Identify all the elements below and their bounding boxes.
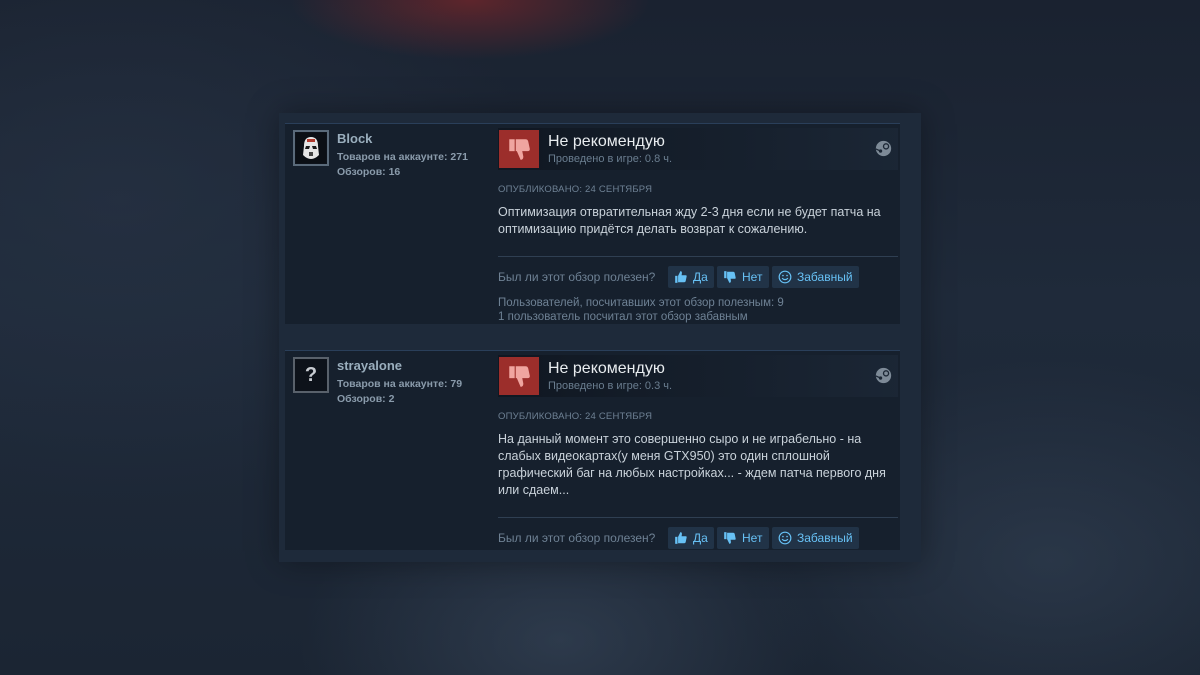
thumbs-down-badge <box>499 357 539 395</box>
avatar[interactable]: ? <box>293 357 329 393</box>
author-products-count[interactable]: Товаров на аккаунте: 271 <box>337 151 468 163</box>
thumbs-up-icon <box>675 532 687 544</box>
author-products-count[interactable]: Товаров на аккаунте: 79 <box>337 378 462 390</box>
yes-label: Да <box>693 531 708 545</box>
helpful-no-button[interactable]: Нет <box>717 266 769 288</box>
review-content: Не рекомендую Проведено в игре: 0.8 ч. О… <box>498 128 898 323</box>
funny-label: Забавный <box>797 270 853 284</box>
funny-summary: 1 пользователь посчитал этот обзор забав… <box>498 311 748 323</box>
helpful-row: Был ли этот обзор полезен? Да Нет Забавн… <box>498 527 898 549</box>
reviews-panel: Block Товаров на аккаунте: 271 Обзоров: … <box>279 113 921 562</box>
thumbs-down-icon <box>509 139 530 160</box>
no-label: Нет <box>742 531 763 545</box>
author-reviews-count[interactable]: Обзоров: 16 <box>337 166 400 178</box>
placeholder-avatar-icon: ? <box>304 363 318 386</box>
smiley-icon <box>778 531 792 545</box>
smiley-icon <box>778 270 792 284</box>
thumbs-down-icon <box>509 366 530 387</box>
thumbs-down-icon <box>724 532 736 544</box>
author-name[interactable]: Block <box>337 131 372 146</box>
steam-icon <box>875 140 892 157</box>
steam-icon <box>875 367 892 384</box>
funny-label: Забавный <box>797 531 853 545</box>
vote-header[interactable]: Не рекомендую Проведено в игре: 0.8 ч. <box>498 128 898 170</box>
helpful-yes-button[interactable]: Да <box>668 266 714 288</box>
review-text: Оптимизация отвратительная жду 2-3 дня е… <box>498 205 881 236</box>
review-verdict: Не рекомендую <box>548 133 665 150</box>
review-card: ? strayalone Товаров на аккаунте: 79 Обз… <box>285 350 900 550</box>
no-label: Нет <box>742 270 763 284</box>
thumbs-up-icon <box>675 271 687 283</box>
author-name[interactable]: strayalone <box>337 358 402 373</box>
helpful-question: Был ли этот обзор полезен? <box>498 531 656 545</box>
posted-date: ОПУБЛИКОВАНО: 24 СЕНТЯБРЯ <box>498 184 653 195</box>
helpful-row: Был ли этот обзор полезен? Да Нет Забавн… <box>498 266 898 288</box>
avatar[interactable] <box>293 130 329 166</box>
review-text: На данный момент это совершенно сыро и н… <box>498 432 886 497</box>
helpful-yes-button[interactable]: Да <box>668 527 714 549</box>
playtime: Проведено в игре: 0.3 ч. <box>548 380 673 392</box>
review-card: Block Товаров на аккаунте: 271 Обзоров: … <box>285 123 900 324</box>
helpful-no-button[interactable]: Нет <box>717 527 769 549</box>
review-verdict: Не рекомендую <box>548 360 665 377</box>
thumbs-down-badge <box>499 130 539 168</box>
stormtrooper-avatar-icon <box>296 133 326 163</box>
divider <box>498 256 898 257</box>
divider <box>498 517 898 518</box>
yes-label: Да <box>693 270 708 284</box>
helpful-question: Был ли этот обзор полезен? <box>498 270 656 284</box>
posted-date: ОПУБЛИКОВАНО: 24 СЕНТЯБРЯ <box>498 411 653 422</box>
funny-button[interactable]: Забавный <box>772 266 859 288</box>
funny-button[interactable]: Забавный <box>772 527 859 549</box>
thumbs-down-icon <box>724 271 736 283</box>
vote-header[interactable]: Не рекомендую Проведено в игре: 0.3 ч. <box>498 355 898 397</box>
playtime: Проведено в игре: 0.8 ч. <box>548 153 673 165</box>
author-reviews-count[interactable]: Обзоров: 2 <box>337 393 394 405</box>
review-content: Не рекомендую Проведено в игре: 0.3 ч. О… <box>498 355 898 549</box>
helpful-summary: Пользователей, посчитавших этот обзор по… <box>498 297 784 309</box>
